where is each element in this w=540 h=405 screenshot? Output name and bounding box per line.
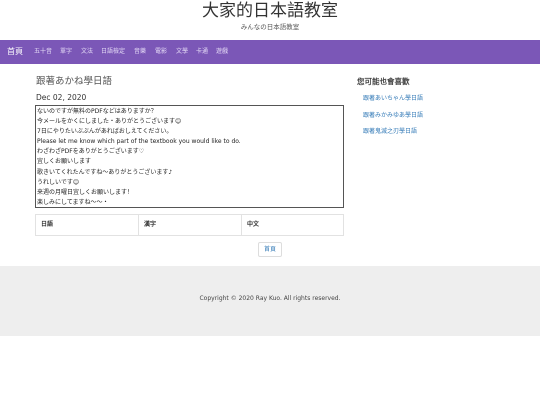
site-subtitle: みんなの日本語教室 bbox=[240, 23, 300, 31]
related-link-yua[interactable]: 跟著みかみゆあ學日語 bbox=[363, 111, 423, 120]
site-header: 大家的日本語教室 みんなの日本語教室 bbox=[0, 0, 540, 40]
nav-item-music[interactable]: 音樂 bbox=[134, 40, 146, 64]
post-line: うれしいです😊 bbox=[37, 178, 80, 186]
nav-item-home[interactable]: 首頁 bbox=[7, 40, 23, 64]
home-page-button[interactable]: 首頁 bbox=[258, 242, 282, 257]
table-header-japanese: 日語 bbox=[36, 215, 139, 235]
nav-item-cartoons[interactable]: 卡通 bbox=[196, 40, 208, 64]
post-line: 来週の月曜日宜しくお願いします！ bbox=[37, 188, 134, 196]
post-title: 跟著あかね學日語 bbox=[36, 76, 113, 87]
related-link-ai[interactable]: 跟著あいちゃん學日語 bbox=[363, 94, 423, 103]
related-link-kimetsu[interactable]: 跟著鬼滅之刃學日語 bbox=[363, 127, 417, 136]
site-title[interactable]: 大家的日本語教室 bbox=[0, 0, 540, 22]
post-line: 今メールをかくにしました・ありがとうございます😊 bbox=[37, 118, 182, 126]
post-line: 楽しみにしてますね〜〜・ bbox=[37, 198, 109, 206]
table-header-kanji: 漢字 bbox=[139, 215, 242, 235]
main-navbar: 首頁 五十音 單字 文法 日語檢定 音樂 電影 文學 卡通 遊戲 bbox=[0, 40, 540, 64]
copyright-text: Copyright © 2020 Ray Kuo. All rights res… bbox=[199, 295, 341, 302]
nav-item-vocabulary[interactable]: 單字 bbox=[60, 40, 72, 64]
nav-item-games[interactable]: 遊戲 bbox=[216, 40, 228, 64]
post-line: 歌きいてくれたんですね〜ありがとうございます♪ bbox=[37, 168, 173, 176]
nav-item-literature[interactable]: 文學 bbox=[176, 40, 188, 64]
post-content: ないのですが無料のPDFなどはありますか？ 今メールをかくにしました・ありがとう… bbox=[35, 105, 344, 208]
nav-item-grammar[interactable]: 文法 bbox=[81, 40, 93, 64]
post-line: 宜しくお願いします bbox=[37, 158, 92, 166]
post-line: 7日にやりたいぶぶんがあればおしえてください。 bbox=[37, 128, 173, 136]
table-header-chinese: 中文 bbox=[247, 221, 260, 228]
post-line: ないのですが無料のPDFなどはありますか？ bbox=[37, 108, 157, 115]
nav-item-kana[interactable]: 五十音 bbox=[34, 40, 52, 64]
post-line: わざわざPDFをありがとうございます♡ bbox=[37, 148, 145, 156]
post-line: Please let me know which part of the tex… bbox=[37, 138, 241, 146]
footer: Copyright © 2020 Ray Kuo. All rights res… bbox=[0, 266, 540, 336]
vocab-table: 日語 漢字 中文 bbox=[35, 214, 344, 236]
related-heading: 您可能也會喜歡 bbox=[357, 77, 410, 86]
nav-item-jlpt[interactable]: 日語檢定 bbox=[101, 40, 125, 64]
nav-item-movies[interactable]: 電影 bbox=[155, 40, 167, 64]
post-date: Dec 02, 2020 bbox=[36, 93, 87, 102]
